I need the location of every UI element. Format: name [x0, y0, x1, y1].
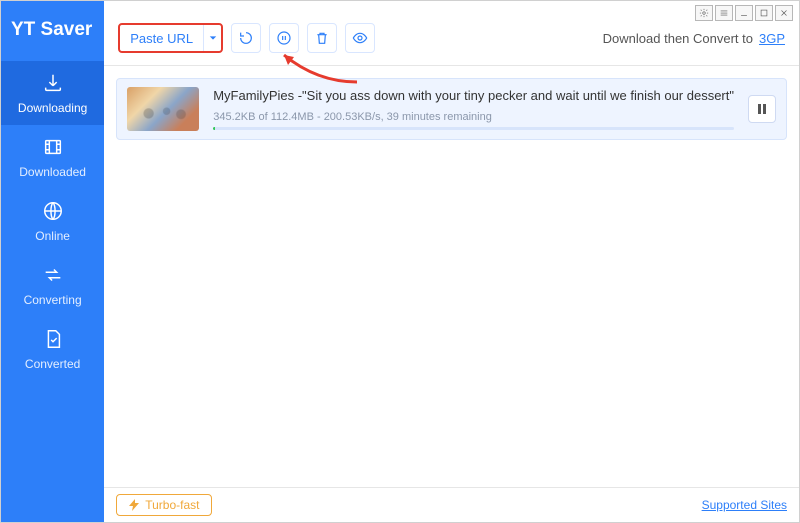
download-list: MyFamilyPies -"Sit you ass down with you… — [104, 66, 799, 487]
film-icon — [41, 135, 65, 159]
refresh-icon — [238, 30, 254, 46]
eye-icon — [352, 30, 368, 46]
convert-label: Download then Convert to — [603, 31, 753, 46]
download-title: MyFamilyPies -"Sit you ass down with you… — [213, 88, 734, 103]
supported-sites-link[interactable]: Supported Sites — [702, 498, 787, 512]
caret-down-icon — [209, 34, 217, 42]
main-panel: Paste URL Download then Convert to 3GP — [104, 1, 799, 522]
delete-button[interactable] — [307, 23, 337, 53]
paste-url-dropdown[interactable] — [203, 25, 221, 51]
sidebar-item-label: Downloaded — [19, 165, 86, 179]
app-logo: YT Saver — [1, 1, 104, 61]
progress-bar-fill — [213, 127, 215, 130]
sidebar-item-downloaded[interactable]: Downloaded — [1, 125, 104, 189]
download-item[interactable]: MyFamilyPies -"Sit you ass down with you… — [116, 78, 787, 140]
convert-icon — [41, 263, 65, 287]
trash-icon — [314, 30, 330, 46]
progress-bar — [213, 127, 734, 130]
pause-download-button[interactable] — [748, 95, 776, 123]
paste-url-label: Paste URL — [120, 25, 203, 51]
sidebar-item-label: Downloading — [18, 101, 87, 115]
convert-format-link[interactable]: 3GP — [759, 31, 785, 46]
sidebar-item-online[interactable]: Online — [1, 189, 104, 253]
video-thumbnail — [127, 87, 199, 131]
footer: Turbo-fast Supported Sites — [104, 487, 799, 522]
download-status: 345.2KB of 112.4MB - 200.53KB/s, 39 minu… — [213, 111, 734, 123]
download-icon — [41, 71, 65, 95]
sidebar-item-downloading[interactable]: Downloading — [1, 61, 104, 125]
bolt-icon — [129, 499, 139, 511]
sidebar-item-converting[interactable]: Converting — [1, 253, 104, 317]
turbo-fast-button[interactable]: Turbo-fast — [116, 494, 212, 516]
sidebar: YT Saver Downloading Downloaded Online — [1, 1, 104, 522]
download-info: MyFamilyPies -"Sit you ass down with you… — [213, 88, 734, 130]
sidebar-nav: Downloading Downloaded Online Converting — [1, 61, 104, 381]
toolbar: Paste URL Download then Convert to 3GP — [104, 1, 799, 66]
sidebar-item-label: Online — [35, 229, 70, 243]
globe-icon — [41, 199, 65, 223]
document-check-icon — [41, 327, 65, 351]
pause-icon — [756, 103, 768, 115]
pause-circle-icon — [276, 30, 292, 46]
turbo-label: Turbo-fast — [145, 498, 199, 512]
preview-button[interactable] — [345, 23, 375, 53]
pause-all-button[interactable] — [269, 23, 299, 53]
sidebar-item-label: Converting — [24, 293, 82, 307]
toolbar-right: Download then Convert to 3GP — [603, 31, 785, 46]
sidebar-item-label: Converted — [25, 357, 80, 371]
app-window: YT Saver Downloading Downloaded Online — [0, 0, 800, 523]
refresh-button[interactable] — [231, 23, 261, 53]
paste-url-button[interactable]: Paste URL — [118, 23, 223, 53]
sidebar-item-converted[interactable]: Converted — [1, 317, 104, 381]
